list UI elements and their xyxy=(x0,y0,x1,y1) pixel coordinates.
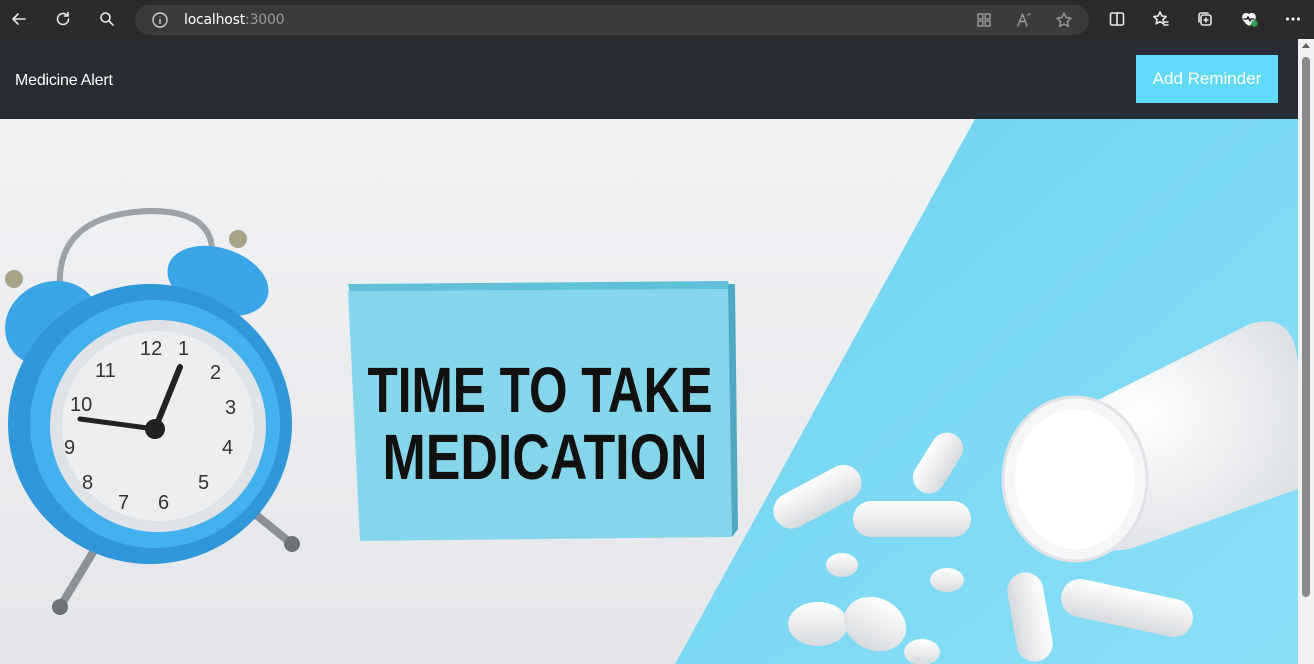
refresh-icon[interactable] xyxy=(52,8,74,30)
vertical-scrollbar[interactable] xyxy=(1298,39,1314,664)
more-icon[interactable] xyxy=(1282,8,1304,30)
clock-numeral-2: 2 xyxy=(210,362,221,384)
scrollbar-thumb[interactable] xyxy=(1302,57,1310,597)
hero-image: 12 1 2 3 4 5 6 7 8 9 10 11 TIME TO TAKE … xyxy=(0,119,1298,664)
collections-icon[interactable] xyxy=(1194,8,1216,30)
clock-numeral-10: 10 xyxy=(70,394,92,416)
browser-essentials-icon[interactable] xyxy=(1238,8,1260,30)
url-host: localhost xyxy=(184,12,246,28)
info-icon[interactable] xyxy=(151,11,169,29)
medication-sign: TIME TO TAKE MEDICATION xyxy=(348,281,738,541)
clock-numeral-7: 7 xyxy=(118,492,129,514)
clock-numeral-4: 4 xyxy=(222,437,233,459)
search-icon[interactable] xyxy=(96,8,118,30)
browser-toolbar: localhost:3000 xyxy=(0,0,1314,39)
back-icon[interactable] xyxy=(8,8,30,30)
clock-numeral-9: 9 xyxy=(64,437,75,459)
clock-numeral-3: 3 xyxy=(225,397,236,419)
page-viewport: Medicine Alert Add Reminder 12 1 2 3 4 5… xyxy=(0,39,1298,664)
favorite-icon[interactable] xyxy=(1055,11,1073,29)
address-bar[interactable]: localhost:3000 xyxy=(135,5,1089,35)
sign-line-1: TIME TO TAKE xyxy=(368,354,713,426)
sign-line-2: MEDICATION xyxy=(383,421,708,493)
favorites-icon[interactable] xyxy=(1150,8,1172,30)
clock-numeral-6: 6 xyxy=(158,492,169,514)
url-port: :3000 xyxy=(245,12,285,28)
app-available-icon[interactable] xyxy=(975,11,993,29)
clock-numeral-5: 5 xyxy=(198,472,209,494)
scroll-up-arrow-icon[interactable] xyxy=(1302,43,1310,48)
split-screen-icon[interactable] xyxy=(1106,8,1128,30)
navbar: Medicine Alert Add Reminder xyxy=(0,39,1298,119)
clock-numeral-8: 8 xyxy=(82,472,93,494)
clock-numeral-11: 11 xyxy=(95,360,116,382)
clock-numeral-1: 1 xyxy=(178,338,189,360)
hero-illustration: 12 1 2 3 4 5 6 7 8 9 10 11 TIME TO TAKE … xyxy=(0,119,1298,664)
url-text[interactable]: localhost:3000 xyxy=(184,12,285,28)
add-reminder-button[interactable]: Add Reminder xyxy=(1136,55,1278,103)
brand-title[interactable]: Medicine Alert xyxy=(15,72,113,90)
clock-numeral-12: 12 xyxy=(140,338,162,360)
read-aloud-icon[interactable] xyxy=(1015,11,1033,29)
